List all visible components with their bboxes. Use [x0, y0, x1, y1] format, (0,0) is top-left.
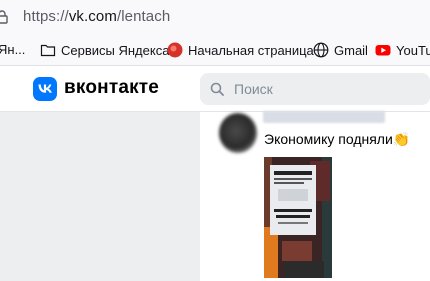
youtube-icon	[375, 45, 391, 56]
folder-icon	[40, 44, 56, 57]
browser-url-bar[interactable]: https://vk.com/lentach	[0, 0, 430, 36]
search-input[interactable]: Поиск	[234, 81, 273, 97]
bookmark-start-page[interactable]: Начальная страница	[167, 42, 314, 58]
bookmark-label: Ян...	[0, 42, 26, 57]
lock-icon	[0, 10, 8, 24]
author-avatar[interactable]	[219, 113, 257, 153]
vk-logo-icon[interactable]	[33, 77, 57, 101]
vk-brand-title[interactable]: вконтакте	[64, 77, 159, 99]
search-box[interactable]: Поиск	[200, 73, 430, 105]
bookmark-youtube[interactable]: YouTu	[375, 42, 430, 58]
bookmark-label: YouTu	[396, 42, 430, 58]
url-text[interactable]: https://vk.com/lentach	[23, 8, 170, 25]
vk-logo-glyph	[38, 84, 52, 93]
bookmark-label: Сервисы Яндекса	[61, 42, 170, 58]
opera-icon	[167, 42, 183, 58]
bookmark-label: Gmail	[334, 42, 368, 58]
post-text: Экономику подняли👏	[264, 131, 411, 147]
search-icon	[210, 82, 224, 96]
bookmark-yandex[interactable]: Ян...	[0, 42, 25, 57]
url-host: vk.com	[68, 8, 117, 25]
globe-icon	[313, 42, 329, 58]
url-prefix: https://	[23, 8, 69, 25]
bookmark-gmail[interactable]: Gmail	[313, 42, 368, 58]
left-sidebar	[0, 112, 200, 281]
author-name-blurred[interactable]	[263, 111, 385, 123]
bookmarks-bar: Ян... Сервисы Яндекса Начальная страница…	[0, 36, 430, 66]
photo-scene	[264, 157, 332, 278]
post-photo[interactable]	[264, 157, 332, 278]
bookmark-yandex-services[interactable]: Сервисы Яндекса	[40, 42, 169, 58]
bookmark-label: Начальная страница	[188, 42, 314, 58]
url-path: /lentach	[116, 8, 171, 25]
